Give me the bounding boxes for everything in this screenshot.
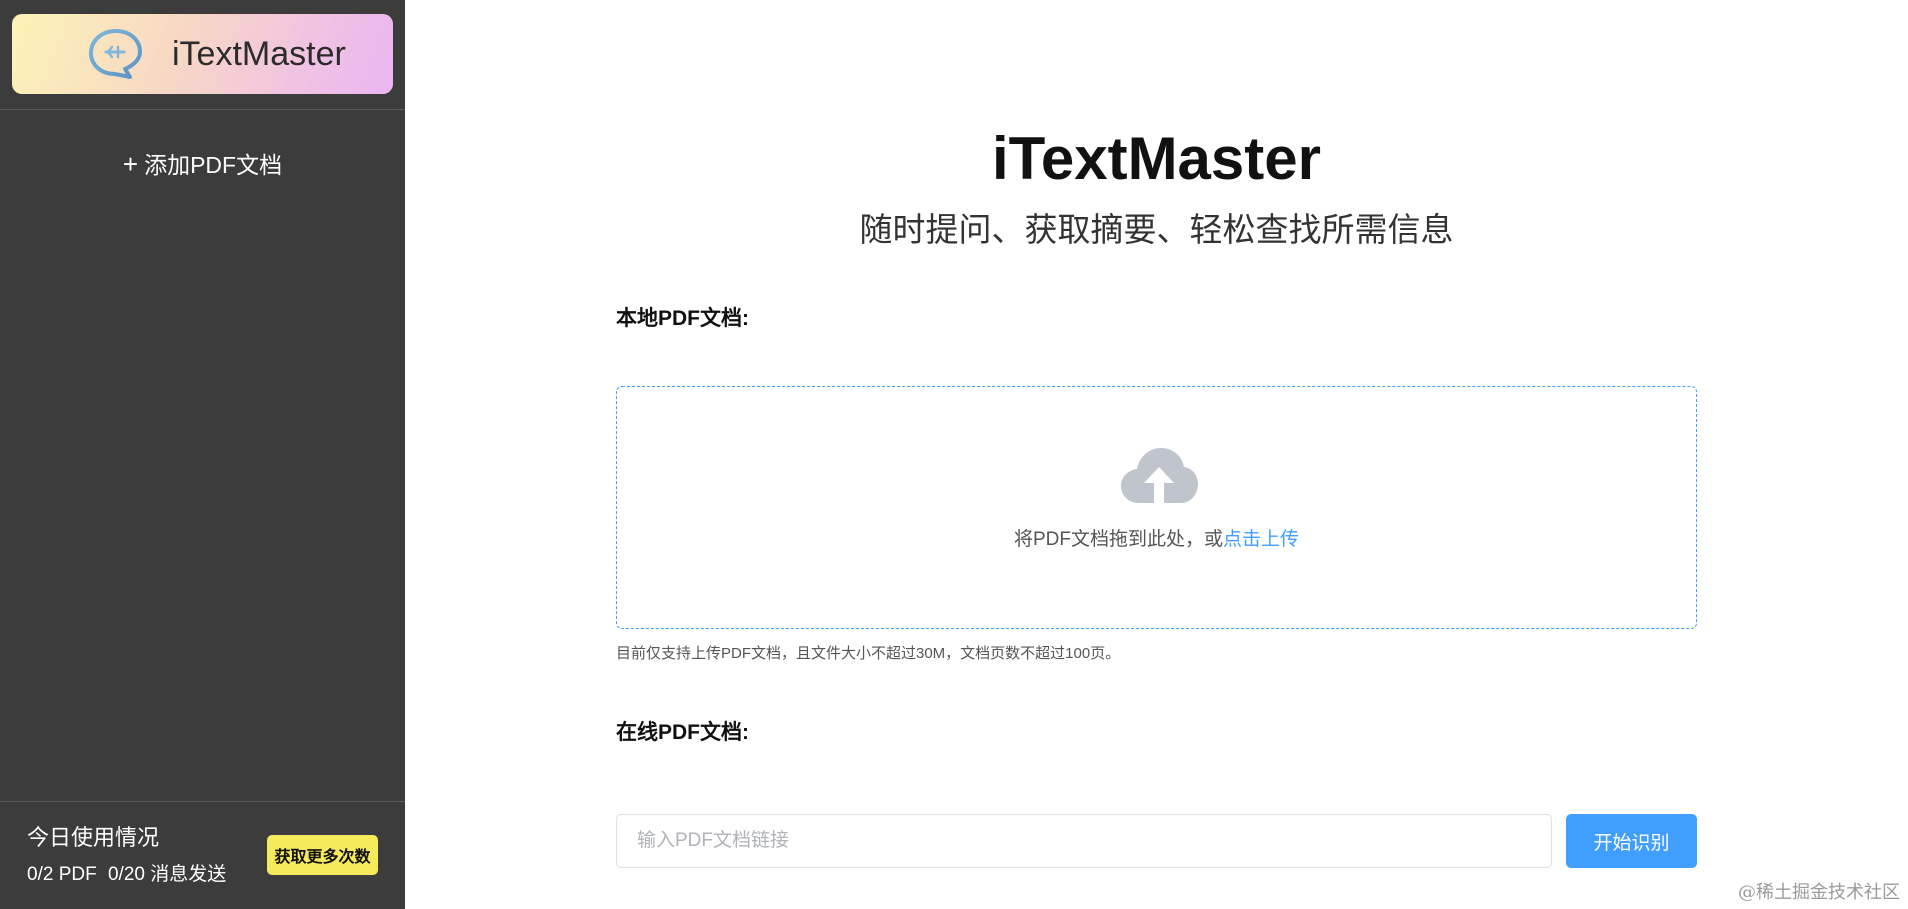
upload-dropzone[interactable]: 将PDF文档拖到此处，或点击上传 <box>616 386 1697 629</box>
usage-divider <box>0 801 405 802</box>
logo-card[interactable]: iTextMaster <box>12 14 393 94</box>
get-more-button[interactable]: 获取更多次数 <box>267 835 378 875</box>
usage-stats: 0/2 PDF 0/20 消息发送 <box>27 862 232 888</box>
main-panel: iTextMaster 随时提问、获取摘要、轻松查找所需信息 本地PDF文档: … <box>405 0 1908 909</box>
cloud-upload-icon <box>1121 448 1198 503</box>
local-pdf-label: 本地PDF文档: <box>616 307 749 330</box>
start-recognition-button[interactable]: 开始识别 <box>1566 814 1697 868</box>
message-usage-count: 0/20 消息发送 <box>107 864 227 885</box>
pdf-usage-count: 0/2 PDF <box>27 864 97 885</box>
chat-bubble-q-icon <box>89 29 142 79</box>
sidebar-divider <box>0 109 405 110</box>
add-pdf-label: 添加PDF文档 <box>144 152 283 178</box>
page-title: iTextMaster <box>991 125 1321 192</box>
add-pdf-button[interactable]: + 添加PDF文档 <box>0 146 405 183</box>
pdf-url-input[interactable] <box>616 814 1552 868</box>
upload-tip: 目前仅支持上传PDF文档，且文件大小不超过30M，文档页数不超过100页。 <box>616 645 1121 662</box>
watermark: @稀土掘金技术社区 <box>1738 882 1900 903</box>
upload-instruction: 将PDF文档拖到此处，或点击上传 <box>617 527 1696 553</box>
app-title: iTextMaster <box>172 35 346 73</box>
click-upload-link[interactable]: 点击上传 <box>1223 529 1299 550</box>
online-pdf-label: 在线PDF文档: <box>616 721 749 744</box>
usage-title: 今日使用情况 <box>27 825 160 850</box>
page-subtitle: 随时提问、获取摘要、轻松查找所需信息 <box>859 211 1454 248</box>
sidebar: iTextMaster + 添加PDF文档 今日使用情况 0/2 PDF 0/20… <box>0 0 405 909</box>
drop-text: 将PDF文档拖到此处，或 <box>1013 529 1223 550</box>
plus-icon: + <box>122 149 139 179</box>
